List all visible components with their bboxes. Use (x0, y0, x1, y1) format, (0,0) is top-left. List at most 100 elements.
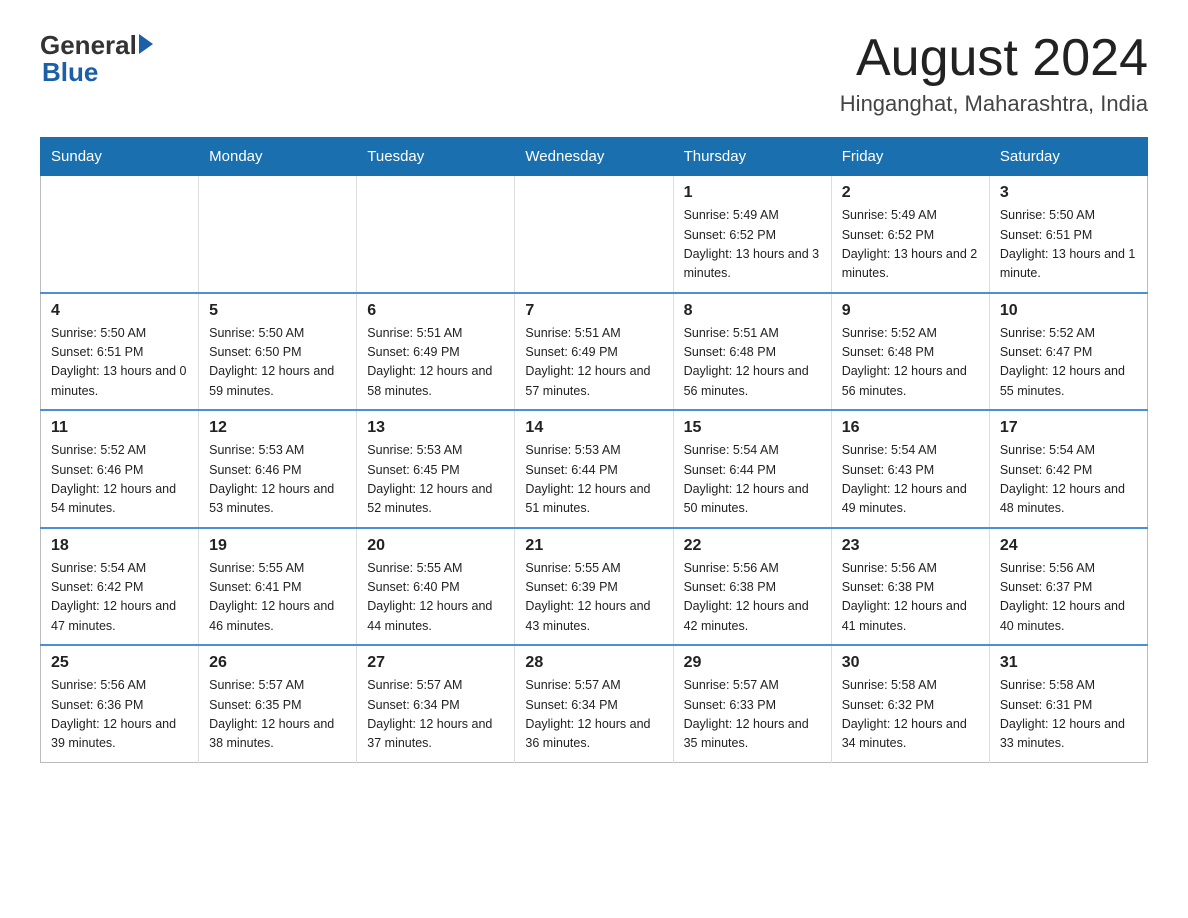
day-number: 29 (684, 654, 821, 672)
day-cell: 5 Sunrise: 5:50 AM Sunset: 6:50 PM Daylig… (199, 293, 357, 411)
day-cell: 11 Sunrise: 5:52 AM Sunset: 6:46 PM Dayli… (41, 410, 199, 528)
day-info: Sunrise: 5:57 AM Sunset: 6:34 PM Dayligh… (525, 676, 662, 754)
day-info: Sunrise: 5:54 AM Sunset: 6:42 PM Dayligh… (1000, 441, 1137, 519)
day-info: Sunrise: 5:51 AM Sunset: 6:49 PM Dayligh… (367, 324, 504, 402)
day-info: Sunrise: 5:51 AM Sunset: 6:48 PM Dayligh… (684, 324, 821, 402)
week-row-3: 11 Sunrise: 5:52 AM Sunset: 6:46 PM Dayli… (41, 410, 1148, 528)
week-row-1: 1Sunrise: 5:49 AM Sunset: 6:52 PM Daylig… (41, 176, 1148, 293)
header-cell-wednesday: Wednesday (515, 138, 673, 176)
day-info: Sunrise: 5:53 AM Sunset: 6:46 PM Dayligh… (209, 441, 346, 519)
day-cell: 27Sunrise: 5:57 AM Sunset: 6:34 PM Dayli… (357, 645, 515, 762)
day-info: Sunrise: 5:58 AM Sunset: 6:31 PM Dayligh… (1000, 676, 1137, 754)
header-cell-monday: Monday (199, 138, 357, 176)
day-cell: 15 Sunrise: 5:54 AM Sunset: 6:44 PM Dayli… (673, 410, 831, 528)
day-number: 5 (209, 302, 346, 320)
day-number: 19 (209, 537, 346, 555)
day-info: Sunrise: 5:50 AM Sunset: 6:51 PM Dayligh… (51, 324, 188, 402)
day-cell: 26 Sunrise: 5:57 AM Sunset: 6:35 PM Dayli… (199, 645, 357, 762)
day-number: 14 (525, 419, 662, 437)
day-info: Sunrise: 5:56 AM Sunset: 6:36 PM Dayligh… (51, 676, 188, 754)
day-info: Sunrise: 5:49 AM Sunset: 6:52 PM Dayligh… (842, 206, 979, 284)
day-info: Sunrise: 5:55 AM Sunset: 6:41 PM Dayligh… (209, 559, 346, 637)
day-cell (357, 176, 515, 293)
day-number: 17 (1000, 419, 1137, 437)
day-cell: 6 Sunrise: 5:51 AM Sunset: 6:49 PM Daylig… (357, 293, 515, 411)
day-number: 11 (51, 419, 188, 437)
day-number: 9 (842, 302, 979, 320)
day-info: Sunrise: 5:58 AM Sunset: 6:32 PM Dayligh… (842, 676, 979, 754)
header-row: SundayMondayTuesdayWednesdayThursdayFrid… (41, 138, 1148, 176)
day-info: Sunrise: 5:57 AM Sunset: 6:35 PM Dayligh… (209, 676, 346, 754)
day-cell: 20Sunrise: 5:55 AM Sunset: 6:40 PM Dayli… (357, 528, 515, 646)
calendar-body: 1Sunrise: 5:49 AM Sunset: 6:52 PM Daylig… (41, 176, 1148, 763)
day-info: Sunrise: 5:56 AM Sunset: 6:38 PM Dayligh… (684, 559, 821, 637)
day-cell: 23 Sunrise: 5:56 AM Sunset: 6:38 PM Dayli… (831, 528, 989, 646)
week-row-5: 25 Sunrise: 5:56 AM Sunset: 6:36 PM Dayli… (41, 645, 1148, 762)
week-row-2: 4 Sunrise: 5:50 AM Sunset: 6:51 PM Daylig… (41, 293, 1148, 411)
day-cell: 31Sunrise: 5:58 AM Sunset: 6:31 PM Dayli… (989, 645, 1147, 762)
day-info: Sunrise: 5:54 AM Sunset: 6:44 PM Dayligh… (684, 441, 821, 519)
day-number: 30 (842, 654, 979, 672)
day-cell: 24Sunrise: 5:56 AM Sunset: 6:37 PM Dayli… (989, 528, 1147, 646)
day-info: Sunrise: 5:55 AM Sunset: 6:39 PM Dayligh… (525, 559, 662, 637)
day-number: 4 (51, 302, 188, 320)
calendar-subtitle: Hinganghat, Maharashtra, India (840, 91, 1148, 117)
day-number: 3 (1000, 184, 1137, 202)
day-cell: 2 Sunrise: 5:49 AM Sunset: 6:52 PM Daylig… (831, 176, 989, 293)
day-number: 23 (842, 537, 979, 555)
day-cell: 16Sunrise: 5:54 AM Sunset: 6:43 PM Dayli… (831, 410, 989, 528)
header-cell-sunday: Sunday (41, 138, 199, 176)
day-number: 25 (51, 654, 188, 672)
week-row-4: 18Sunrise: 5:54 AM Sunset: 6:42 PM Dayli… (41, 528, 1148, 646)
day-cell: 8 Sunrise: 5:51 AM Sunset: 6:48 PM Daylig… (673, 293, 831, 411)
header-cell-tuesday: Tuesday (357, 138, 515, 176)
day-cell (199, 176, 357, 293)
day-number: 27 (367, 654, 504, 672)
calendar-header: SundayMondayTuesdayWednesdayThursdayFrid… (41, 138, 1148, 176)
day-cell: 25 Sunrise: 5:56 AM Sunset: 6:36 PM Dayli… (41, 645, 199, 762)
day-info: Sunrise: 5:49 AM Sunset: 6:52 PM Dayligh… (684, 206, 821, 284)
calendar-table: SundayMondayTuesdayWednesdayThursdayFrid… (40, 137, 1148, 763)
day-cell: 30 Sunrise: 5:58 AM Sunset: 6:32 PM Dayli… (831, 645, 989, 762)
day-cell: 22Sunrise: 5:56 AM Sunset: 6:38 PM Dayli… (673, 528, 831, 646)
day-cell: 28 Sunrise: 5:57 AM Sunset: 6:34 PM Dayli… (515, 645, 673, 762)
day-number: 10 (1000, 302, 1137, 320)
day-info: Sunrise: 5:53 AM Sunset: 6:45 PM Dayligh… (367, 441, 504, 519)
logo: General Blue (40, 30, 155, 88)
day-cell: 29Sunrise: 5:57 AM Sunset: 6:33 PM Dayli… (673, 645, 831, 762)
day-info: Sunrise: 5:52 AM Sunset: 6:47 PM Dayligh… (1000, 324, 1137, 402)
day-number: 8 (684, 302, 821, 320)
day-info: Sunrise: 5:55 AM Sunset: 6:40 PM Dayligh… (367, 559, 504, 637)
day-number: 2 (842, 184, 979, 202)
logo-blue: Blue (40, 57, 155, 88)
day-info: Sunrise: 5:54 AM Sunset: 6:42 PM Dayligh… (51, 559, 188, 637)
day-cell: 9 Sunrise: 5:52 AM Sunset: 6:48 PM Daylig… (831, 293, 989, 411)
day-info: Sunrise: 5:56 AM Sunset: 6:38 PM Dayligh… (842, 559, 979, 637)
day-number: 6 (367, 302, 504, 320)
day-cell: 13 Sunrise: 5:53 AM Sunset: 6:45 PM Dayli… (357, 410, 515, 528)
day-info: Sunrise: 5:51 AM Sunset: 6:49 PM Dayligh… (525, 324, 662, 402)
day-info: Sunrise: 5:52 AM Sunset: 6:46 PM Dayligh… (51, 441, 188, 519)
day-cell: 17 Sunrise: 5:54 AM Sunset: 6:42 PM Dayli… (989, 410, 1147, 528)
header-cell-saturday: Saturday (989, 138, 1147, 176)
day-number: 26 (209, 654, 346, 672)
day-cell: 4 Sunrise: 5:50 AM Sunset: 6:51 PM Daylig… (41, 293, 199, 411)
day-number: 7 (525, 302, 662, 320)
day-cell: 21 Sunrise: 5:55 AM Sunset: 6:39 PM Dayli… (515, 528, 673, 646)
day-number: 15 (684, 419, 821, 437)
day-info: Sunrise: 5:50 AM Sunset: 6:50 PM Dayligh… (209, 324, 346, 402)
day-number: 13 (367, 419, 504, 437)
header-cell-thursday: Thursday (673, 138, 831, 176)
day-number: 24 (1000, 537, 1137, 555)
day-cell (41, 176, 199, 293)
day-info: Sunrise: 5:54 AM Sunset: 6:43 PM Dayligh… (842, 441, 979, 519)
day-info: Sunrise: 5:52 AM Sunset: 6:48 PM Dayligh… (842, 324, 979, 402)
day-cell: 1Sunrise: 5:49 AM Sunset: 6:52 PM Daylig… (673, 176, 831, 293)
day-number: 28 (525, 654, 662, 672)
calendar-title-block: August 2024 Hinganghat, Maharashtra, Ind… (840, 30, 1148, 117)
day-cell: 7 Sunrise: 5:51 AM Sunset: 6:49 PM Daylig… (515, 293, 673, 411)
day-cell: 14Sunrise: 5:53 AM Sunset: 6:44 PM Dayli… (515, 410, 673, 528)
day-cell: 10 Sunrise: 5:52 AM Sunset: 6:47 PM Dayli… (989, 293, 1147, 411)
day-number: 21 (525, 537, 662, 555)
header-cell-friday: Friday (831, 138, 989, 176)
